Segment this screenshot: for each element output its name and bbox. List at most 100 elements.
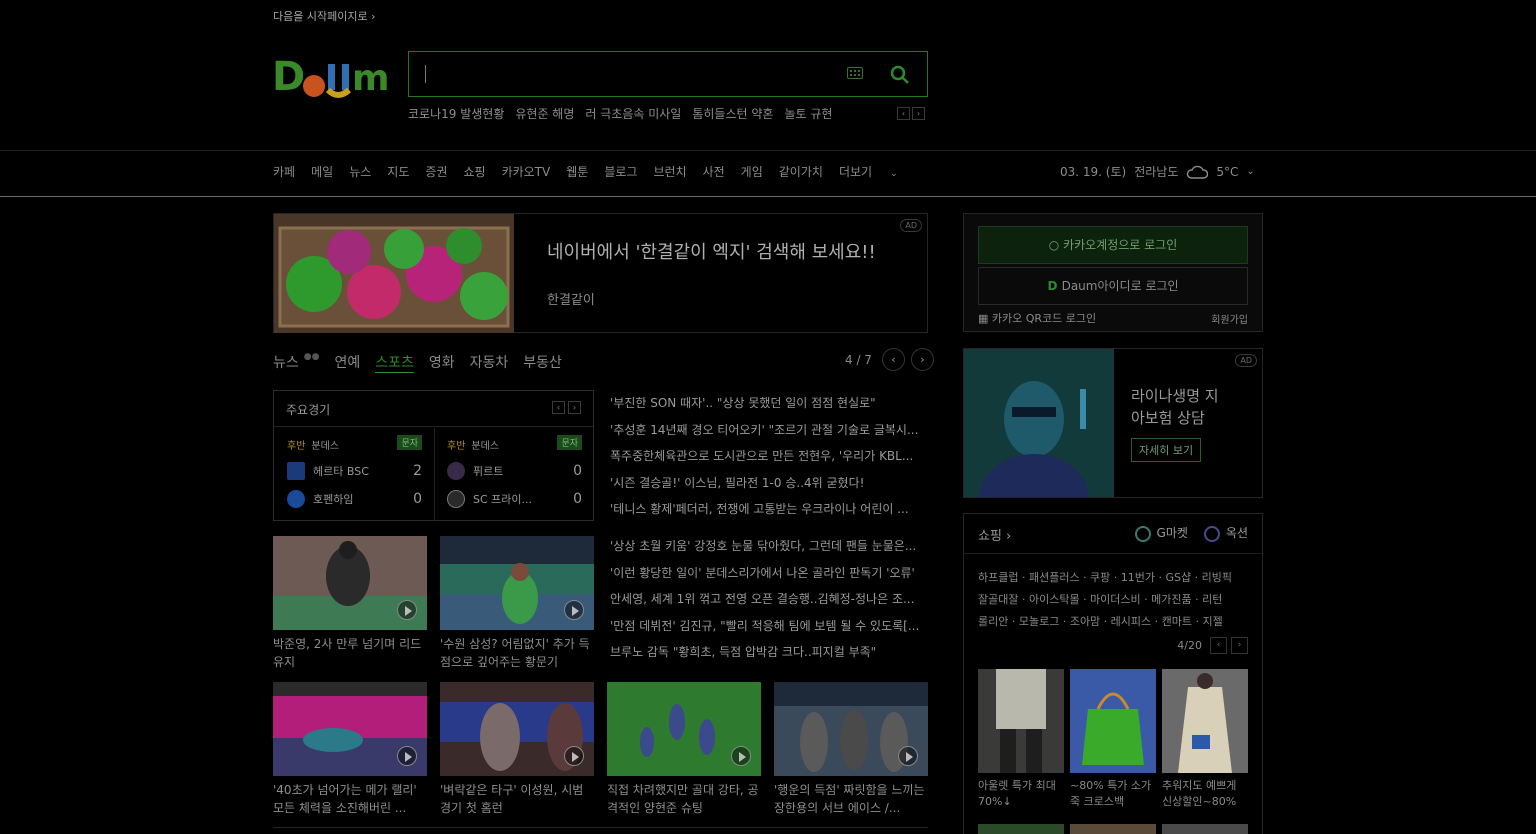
- thumbnail-image[interactable]: [607, 682, 761, 776]
- thumbnail-caption[interactable]: 직접 차려했지만 골대 강타, 공격적인 양현준 슈팅: [607, 781, 761, 817]
- nav-item[interactable]: 지도: [387, 163, 409, 180]
- search-icon[interactable]: [890, 65, 910, 85]
- tab-entertainment[interactable]: 연예: [334, 352, 360, 373]
- video-thumbnail[interactable]: '행운의 득점' 짜릿함을 느끼는 장한용의 서브 에이스 /...: [774, 682, 928, 817]
- headline-link[interactable]: 안세영, 세계 1위 꺾고 전영 오픈 결승행..김혜정-정나은 조...: [610, 586, 928, 613]
- headline-link[interactable]: '만점 데뷔전' 김진규, "빨리 적응해 팀에 보템 될 수 있도록[...: [610, 613, 928, 640]
- thumbnail-image[interactable]: [273, 536, 427, 630]
- nav-item[interactable]: 블로그: [604, 163, 637, 180]
- side-ad[interactable]: 라이나생명 지 아보험 상담 자세히 보기 AD: [963, 348, 1263, 498]
- nav-item[interactable]: 게임: [741, 163, 763, 180]
- shopping-next-button[interactable]: ›: [1231, 637, 1248, 654]
- product-card[interactable]: 추워지도 예쁘게 신상할인~80%: [1162, 669, 1248, 810]
- nav-item[interactable]: 쇼핑: [463, 163, 485, 180]
- side-ad-title[interactable]: 라이나생명 지 아보험 상담: [1131, 385, 1219, 429]
- headline-link[interactable]: '상상 초월 키움' 강정호 눈물 닦아줬다, 그런데 팬들 눈물은...: [610, 533, 928, 560]
- daum-logo[interactable]: D m: [272, 50, 390, 100]
- score-next-button[interactable]: ›: [568, 401, 581, 414]
- product-image[interactable]: [1070, 669, 1156, 773]
- nav-item[interactable]: 카페: [273, 163, 295, 180]
- nav-item[interactable]: 같이가치: [779, 163, 823, 180]
- shopping-title[interactable]: 쇼핑 ›: [978, 529, 1011, 544]
- product-caption[interactable]: ~80% 특가 소가죽 크로스백: [1070, 778, 1156, 810]
- qr-login-link[interactable]: ▦ 카카오 QR코드 로그인: [978, 310, 1096, 326]
- trending-keyword[interactable]: 톰히들스턴 약혼: [692, 105, 773, 122]
- trending-keyword[interactable]: 러 극초음속 미사일: [585, 105, 681, 122]
- nav-item[interactable]: 뉴스: [349, 163, 371, 180]
- trending-keyword[interactable]: 놀토 규현: [784, 105, 832, 122]
- headline-link[interactable]: '부진한 SON 때자'.. "상상 못했던 일이 점점 현실로": [610, 390, 928, 417]
- ad-image[interactable]: [274, 214, 514, 333]
- trending-prev-button[interactable]: ‹: [897, 107, 910, 120]
- product-image[interactable]: [1070, 824, 1156, 834]
- product-caption[interactable]: 추워지도 예쁘게 신상할인~80%: [1162, 778, 1248, 810]
- shopping-link-row[interactable]: 롤리안 · 모놀로그 · 조아맘 · 레시피스 · 캔마트 · 지젤: [978, 611, 1253, 633]
- search-box[interactable]: [408, 51, 928, 97]
- gmarket-link[interactable]: G마켓: [1134, 524, 1188, 542]
- headline-link[interactable]: '시즌 결승골!' 이스님, 필라전 1-0 승..4위 굳혔다!: [610, 470, 928, 497]
- set-start-page-link[interactable]: 다음을 시작페이지로 ›: [273, 8, 375, 24]
- signup-link[interactable]: 회원가입: [1211, 311, 1248, 326]
- product-image[interactable]: [978, 824, 1064, 834]
- game-card[interactable]: 후반 분데스 문자 헤르타 BSC 2 호펜하임 0: [287, 435, 422, 508]
- tab-car[interactable]: 자동차: [470, 352, 509, 373]
- video-thumbnail[interactable]: '수원 삼성? 어림없지' 추가 득점으로 깊어주는 황문기: [440, 536, 594, 671]
- product-image[interactable]: [1162, 669, 1248, 773]
- thumbnail-caption[interactable]: '벼락같은 타구' 이성원, 시범 경기 첫 홈런: [440, 781, 594, 817]
- side-ad-image[interactable]: [964, 349, 1114, 497]
- shopping-link-row[interactable]: 하프클럽 · 패션플러스 · 쿠팡 · 11번가 · GS샵 · 리빙픽: [978, 567, 1253, 589]
- text-relay-badge[interactable]: 문자: [557, 435, 582, 450]
- thumbnail-caption[interactable]: '행운의 득점' 짜릿함을 느끼는 장한용의 서브 에이스 /...: [774, 781, 928, 817]
- thumbnail-image[interactable]: [440, 682, 594, 776]
- trending-next-button[interactable]: ›: [912, 107, 925, 120]
- score-prev-button[interactable]: ‹: [552, 401, 565, 414]
- product-image[interactable]: [978, 669, 1064, 773]
- auction-link[interactable]: 옥션: [1203, 524, 1248, 542]
- headline-link[interactable]: 브루노 감독 "황희초, 득점 압박감 크다..피지컬 부족": [610, 639, 928, 666]
- trending-keyword[interactable]: 코로나19 발생현황: [408, 105, 504, 122]
- product-image[interactable]: [1162, 824, 1248, 834]
- tab-news[interactable]: 뉴스: [273, 352, 299, 373]
- nav-item[interactable]: 사전: [703, 163, 725, 180]
- kakao-login-button[interactable]: ○ 카카오계정으로 로그인: [978, 226, 1248, 264]
- search-input-caret[interactable]: [425, 65, 426, 83]
- trending-keyword[interactable]: 유현준 해명: [515, 105, 574, 122]
- thumbnail-image[interactable]: [440, 536, 594, 630]
- daum-login-button[interactable]: D Daum아이디로 로그인: [978, 267, 1248, 305]
- thumbnail-caption[interactable]: 박준영, 2사 만루 넘기며 리드 유지: [273, 635, 427, 671]
- thumbnail-image[interactable]: [774, 682, 928, 776]
- product-card[interactable]: 아울렛 특가 최대70%↓: [978, 669, 1064, 810]
- headline-link[interactable]: '추성훈 14년째 경오 티어오키' "조르기 관절 기술로 글복시...: [610, 417, 928, 444]
- tab-realestate[interactable]: 부동산: [523, 352, 562, 373]
- keyboard-icon[interactable]: [847, 67, 863, 79]
- next-button[interactable]: ›: [910, 348, 934, 371]
- game-card[interactable]: 후반 분데스 문자 퓌르트 0 SC 프라이... 0: [447, 435, 582, 508]
- nav-item[interactable]: 카카오TV: [502, 163, 551, 180]
- product-card[interactable]: ~80% 특가 소가죽 크로스백: [1070, 669, 1156, 810]
- text-relay-badge[interactable]: 문자: [397, 435, 422, 450]
- side-ad-detail-button[interactable]: 자세히 보기: [1131, 438, 1202, 462]
- ad-title[interactable]: 네이버에서 '한결같이 엑지' 검색해 보세요!!: [547, 239, 887, 266]
- nav-item[interactable]: 웹툰: [566, 163, 588, 180]
- thumbnail-image[interactable]: [273, 682, 427, 776]
- video-thumbnail[interactable]: '40초가 넘어가는 메가 랠리' 모든 체력을 소진해버린 ...: [273, 682, 427, 817]
- shopping-prev-button[interactable]: ‹: [1210, 637, 1227, 654]
- headline-link[interactable]: '이런 황당한 일이' 분데스리가에서 나온 골라인 판독기 '오류': [610, 560, 928, 587]
- nav-item[interactable]: 증권: [425, 163, 447, 180]
- thumbnail-caption[interactable]: '수원 삼성? 어림없지' 추가 득점으로 깊어주는 황문기: [440, 635, 594, 671]
- prev-button[interactable]: ‹: [881, 348, 905, 371]
- product-caption[interactable]: 아울렛 특가 최대70%↓: [978, 778, 1064, 810]
- tab-sports[interactable]: 스포츠: [375, 352, 414, 373]
- ad-banner[interactable]: 네이버에서 '한결같이 엑지' 검색해 보세요!! 한결같이 AD: [273, 213, 928, 333]
- video-thumbnail[interactable]: 박준영, 2사 만루 넘기며 리드 유지: [273, 536, 427, 671]
- nav-item[interactable]: 메일: [311, 163, 333, 180]
- video-thumbnail[interactable]: '벼락같은 타구' 이성원, 시범 경기 첫 홈런: [440, 682, 594, 817]
- shopping-link-row[interactable]: 잘골대잘 · 아이스탁몰 · 마이더스비 · 메가진품 · 리턴: [978, 589, 1253, 611]
- tab-movie[interactable]: 영화: [429, 352, 455, 373]
- headline-link[interactable]: 폭주중한체육관으로 도시관으로 만든 전현우, '우리가 KBL...: [610, 443, 928, 470]
- weather-widget[interactable]: 03. 19. (토) 전라남도 5°C ⌄: [1060, 163, 1255, 180]
- nav-item[interactable]: 브런치: [653, 163, 686, 180]
- thumbnail-caption[interactable]: '40초가 넘어가는 메가 랠리' 모든 체력을 소진해버린 ...: [273, 781, 427, 817]
- headline-link[interactable]: '테니스 황제'페더러, 전쟁에 고통받는 우크라이나 어린이 ...: [610, 496, 928, 523]
- video-thumbnail[interactable]: 직접 차려했지만 골대 강타, 공격적인 양현준 슈팅: [607, 682, 761, 817]
